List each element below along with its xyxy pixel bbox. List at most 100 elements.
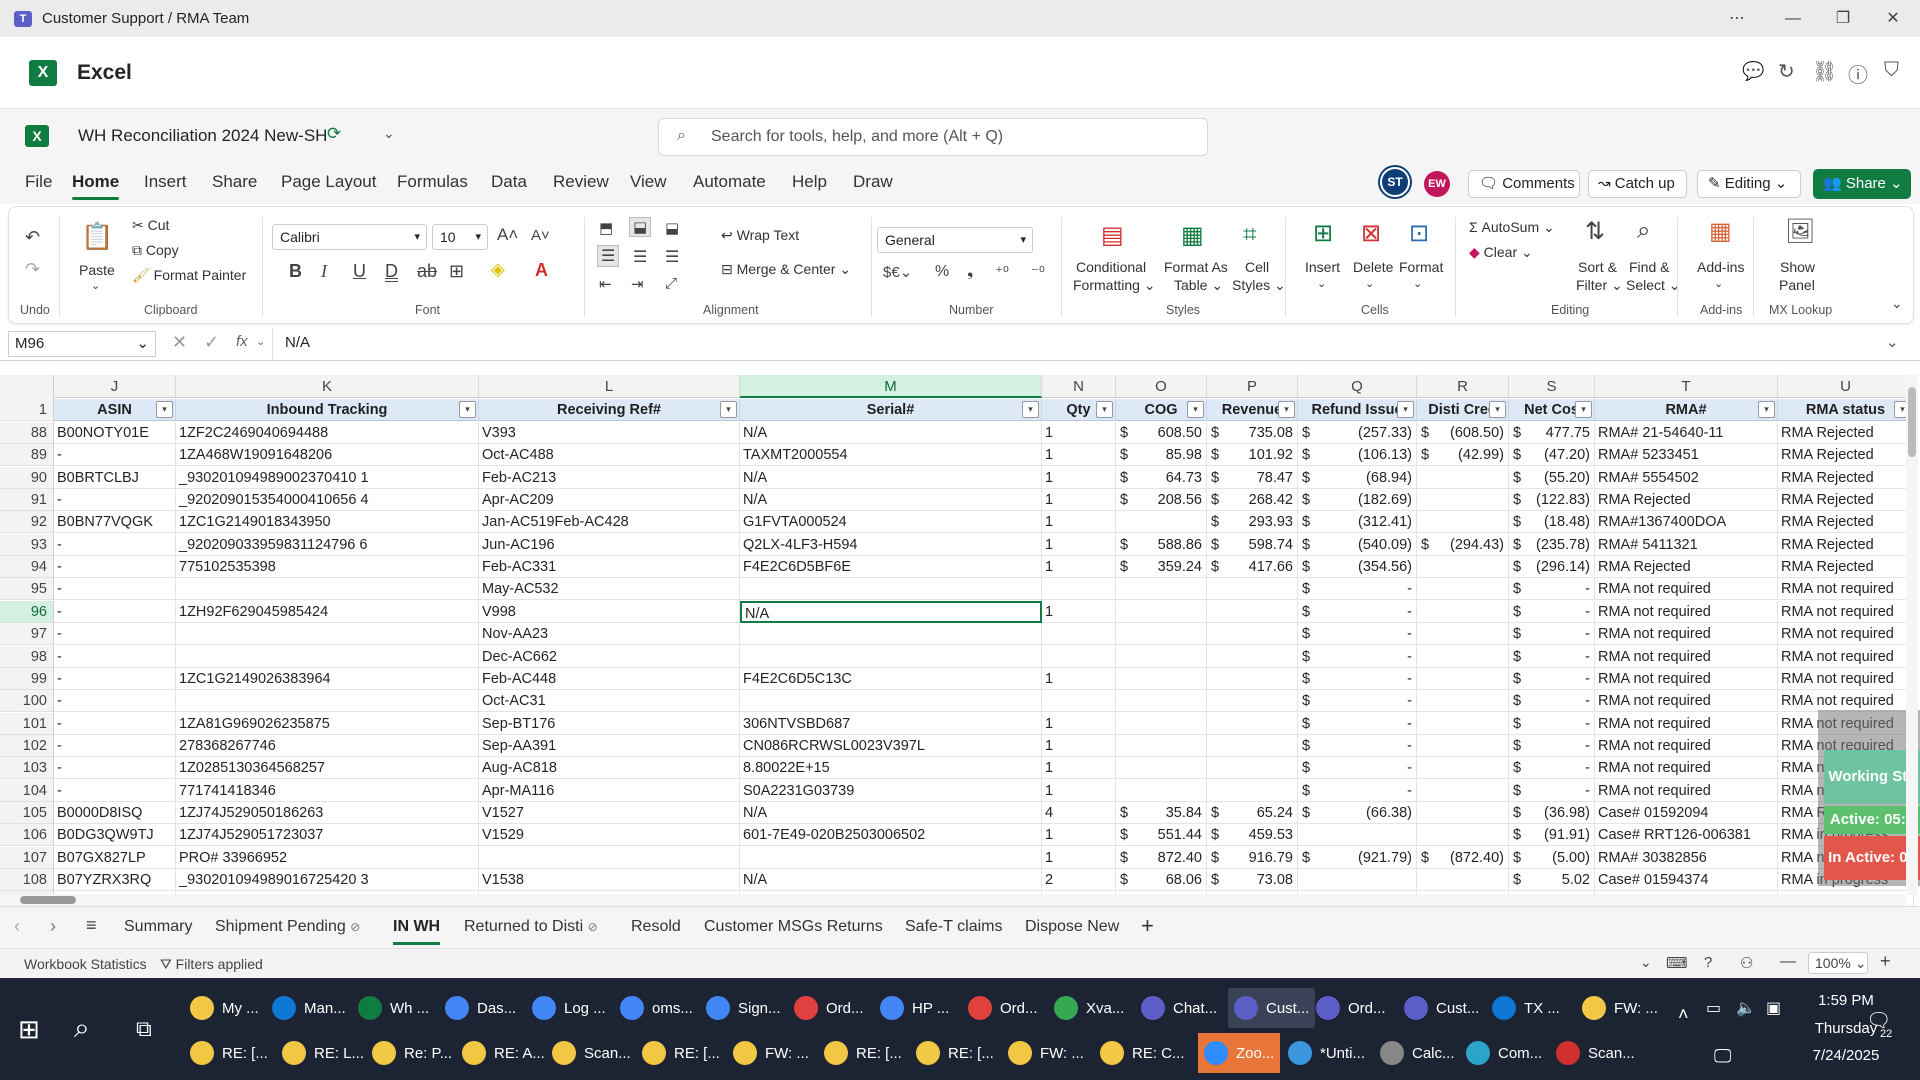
table-cell[interactable]	[1417, 869, 1509, 891]
row-number[interactable]: 93	[0, 533, 54, 556]
column-header-o[interactable]: O	[1116, 375, 1207, 398]
taskbar-app[interactable]: RE: [...	[190, 1033, 268, 1073]
conditional-formatting-icon[interactable]: ▤	[1101, 221, 1124, 250]
table-cell[interactable]: $ (354.56)	[1298, 556, 1417, 579]
editing-mode-button[interactable]: ✎ Editing ⌄	[1697, 170, 1801, 198]
table-cell[interactable]: -	[54, 489, 176, 512]
chevron-down-icon[interactable]: ⌄	[1317, 277, 1326, 290]
table-cell[interactable]	[1417, 667, 1509, 690]
table-cell[interactable]: V393	[479, 422, 740, 444]
taskbar-app[interactable]: FW: ...	[1008, 1033, 1084, 1073]
table-cell[interactable]	[176, 623, 479, 646]
table-cell[interactable]: $64.73	[1116, 466, 1207, 489]
clear-button[interactable]: ◆ Clear ⌄	[1469, 244, 1533, 261]
table-cell[interactable]	[740, 846, 1042, 869]
table-cell[interactable]: $872.40	[1116, 846, 1207, 869]
table-cell[interactable]	[1116, 734, 1207, 757]
table-cell[interactable]: 1	[1042, 511, 1116, 534]
table-cell[interactable]	[1417, 623, 1509, 646]
table-cell[interactable]: RMA not required	[1778, 690, 1914, 713]
keyboard-icon[interactable]: ⌨	[1666, 954, 1688, 972]
taskbar-app[interactable]: RE: C...	[1100, 1033, 1185, 1073]
battery-icon[interactable]: ▭	[1706, 998, 1721, 1018]
align-center-icon[interactable]: ☰	[633, 247, 647, 267]
table-cell[interactable]	[1207, 712, 1298, 735]
info-icon[interactable]: ⓘ	[1848, 59, 1868, 88]
table-cell[interactable]	[1116, 600, 1207, 623]
table-cell[interactable]: RMA not required	[1595, 712, 1778, 735]
table-cell[interactable]: B07YZRX3RQ	[54, 869, 176, 891]
chevron-down-icon[interactable]: ⌄	[1365, 277, 1374, 290]
table-cell[interactable]: RMA not required	[1778, 667, 1914, 690]
table-cell[interactable]: $ -	[1509, 690, 1595, 713]
table-cell[interactable]	[1116, 667, 1207, 690]
column-header-m[interactable]: M	[740, 375, 1042, 398]
taskbar-app[interactable]: Ord...	[794, 988, 864, 1028]
table-cell[interactable]: 775102535398	[176, 556, 479, 579]
document-name[interactable]: WH Reconciliation 2024 New-SH	[78, 126, 327, 146]
sort-label-2[interactable]: Filter ⌄	[1576, 277, 1623, 294]
table-cell[interactable]: 306NTVSBD687	[740, 712, 1042, 735]
table-cell[interactable]	[176, 578, 479, 601]
spreadsheet-grid[interactable]: J K L M N O P Q R S T U 1 ASIN ▾ Inbound Tracking ▾ Recei…	[0, 361, 1920, 906]
table-cell[interactable]: -	[54, 712, 176, 735]
table-cell[interactable]: 1	[1042, 556, 1116, 579]
table-cell[interactable]: $73.08	[1207, 869, 1298, 891]
decrease-font-icon[interactable]: A˅	[531, 227, 550, 244]
taskbar-app[interactable]: Re: P...	[372, 1033, 452, 1073]
table-cell[interactable]	[1116, 623, 1207, 646]
table-cell[interactable]	[1417, 645, 1509, 668]
table-cell[interactable]: -	[54, 690, 176, 713]
table-cell[interactable]	[1042, 645, 1116, 668]
row-number[interactable]: 102	[0, 734, 54, 757]
font-size-select[interactable]: 10 ▾	[432, 224, 488, 250]
table-cell[interactable]: $ -	[1298, 734, 1417, 757]
find-select-icon[interactable]: ⌕	[1637, 217, 1650, 245]
table-cell[interactable]: RMA Rejected	[1595, 489, 1778, 512]
tab-review[interactable]: Review	[553, 172, 609, 192]
table-cell[interactable]: B00NOTY01E	[54, 422, 176, 444]
table-cell[interactable]: $ (68.94)	[1298, 466, 1417, 489]
fmt-table-label-1[interactable]: Format As	[1164, 259, 1228, 275]
copy-button[interactable]: ⧉ Copy	[132, 242, 179, 259]
font-name-select[interactable]: Calibri ▾	[272, 224, 427, 250]
delete-cells-label[interactable]: Delete	[1353, 259, 1393, 275]
table-cell[interactable]: N/A	[740, 801, 1042, 824]
delete-cells-icon[interactable]: ⊠	[1361, 219, 1381, 248]
table-cell[interactable]: $ -	[1509, 757, 1595, 780]
show-label-2[interactable]: Panel	[1779, 277, 1815, 293]
close-button[interactable]: ✕	[1868, 0, 1918, 37]
tab-home[interactable]: Home	[72, 172, 120, 200]
merge-center-button[interactable]: ⊟ Merge & Center ⌄	[721, 261, 851, 278]
cut-button[interactable]: ✂ Cut	[132, 217, 169, 234]
taskbar-app[interactable]: FW: ...	[733, 1033, 809, 1073]
cancel-entry-icon[interactable]: ✕	[172, 332, 187, 353]
table-cell[interactable]: $78.47	[1207, 466, 1298, 489]
table-cell[interactable]: $ (36.98)	[1509, 801, 1595, 824]
find-label-1[interactable]: Find &	[1629, 259, 1669, 275]
table-cell[interactable]	[1417, 578, 1509, 601]
table-cell[interactable]	[1417, 712, 1509, 735]
table-cell[interactable]: Case# 01592094	[1595, 801, 1778, 824]
chevron-down-icon[interactable]: ⌄	[1714, 277, 1723, 290]
table-cell[interactable]: Sep-AA391	[479, 734, 740, 757]
table-cell[interactable]: $ -	[1509, 667, 1595, 690]
table-cell[interactable]: 1ZC1G2149026383964	[176, 667, 479, 690]
table-cell[interactable]	[1298, 824, 1417, 847]
column-header-p[interactable]: P	[1207, 375, 1298, 398]
network-icon[interactable]: ▣	[1766, 998, 1781, 1018]
table-cell[interactable]: RMA not required	[1595, 578, 1778, 601]
tab-formulas[interactable]: Formulas	[397, 172, 468, 192]
confirm-entry-icon[interactable]: ✓	[204, 332, 219, 353]
table-cell[interactable]	[1207, 600, 1298, 623]
table-cell[interactable]: RMA not required	[1595, 623, 1778, 646]
tab-draw[interactable]: Draw	[853, 172, 893, 192]
sheet-tab-summary[interactable]: Summary	[124, 918, 192, 936]
filter-dropdown-icon[interactable]: ▾	[1187, 401, 1204, 418]
help-icon[interactable]: ?	[1704, 954, 1712, 971]
table-cell[interactable]: $208.56	[1116, 489, 1207, 512]
italic-icon[interactable]: I	[321, 261, 327, 282]
zoom-out-icon[interactable]: —	[1780, 953, 1796, 971]
find-label-2[interactable]: Select ⌄	[1626, 277, 1681, 294]
table-cell[interactable]: Jan-AC519Feb-AC428	[479, 511, 740, 534]
